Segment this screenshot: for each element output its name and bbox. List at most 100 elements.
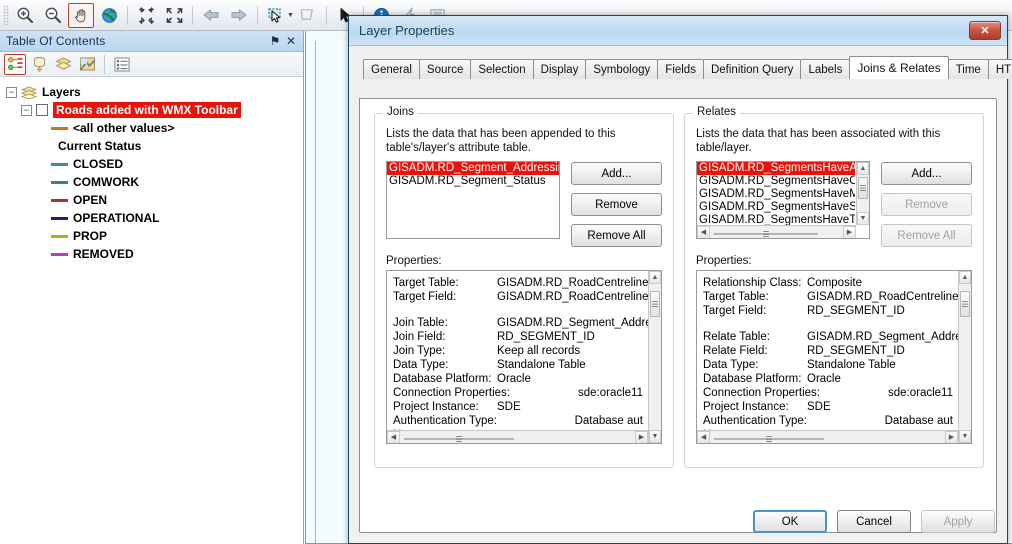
legend-label: PROP xyxy=(73,229,108,243)
scroll-up-arrow-icon[interactable]: ▲ xyxy=(649,271,661,284)
expander-icon[interactable]: − xyxy=(21,104,32,116)
tree-row-layer[interactable]: − Roads added with WMX Toolbar xyxy=(21,101,303,119)
property-value: Database aut xyxy=(884,415,953,427)
vscroll-thumb[interactable]: ☰ xyxy=(858,177,868,199)
list-item[interactable]: GISADM.RD_SegmentsHaveMaintC xyxy=(697,188,855,201)
fixed-zoom-out-icon[interactable] xyxy=(161,3,187,28)
hscroll-thumb[interactable]: ☰ xyxy=(714,230,818,238)
scroll-up-arrow-icon[interactable]: ▲ xyxy=(857,162,869,175)
layer-visibility-checkbox[interactable] xyxy=(36,104,48,116)
add-join-button[interactable]: Add... xyxy=(571,162,662,185)
relates-properties-hscrollbar[interactable]: ◀ ☰ ▶ xyxy=(697,430,958,443)
tab-fields[interactable]: Fields xyxy=(657,59,704,79)
relates-properties-box[interactable]: Relationship Class: Composite Target Tab… xyxy=(696,270,972,444)
property-key: Target Field: xyxy=(703,305,767,317)
tab-html-popup[interactable]: HTML Popup xyxy=(987,59,1012,79)
select-features-icon[interactable] xyxy=(263,3,289,28)
scroll-down-arrow-icon[interactable]: ▼ xyxy=(857,212,869,225)
toolbar-grip[interactable] xyxy=(3,5,9,25)
legend-label: OPEN xyxy=(73,193,108,207)
cancel-button[interactable]: Cancel xyxy=(837,510,911,533)
clear-selection-icon[interactable] xyxy=(295,3,321,28)
list-item[interactable]: GISADM.RD_Segment_Addressing xyxy=(387,162,559,175)
tab-joins-and-relates[interactable]: Joins & Relates xyxy=(849,56,949,79)
pan-hand-icon[interactable] xyxy=(68,2,94,28)
vscroll-thumb[interactable]: ☰ xyxy=(960,291,970,317)
relates-listbox[interactable]: GISADM.RD_SegmentsHaveAddres GISADM.RD_S… xyxy=(696,161,870,239)
close-icon[interactable]: ✕ xyxy=(969,21,1001,40)
joins-properties-hscrollbar[interactable]: ◀ ☰ ▶ xyxy=(387,430,648,443)
legend-item[interactable]: PROP xyxy=(51,227,303,245)
legend-item[interactable]: OPEN xyxy=(51,191,303,209)
legend-swatch xyxy=(51,198,68,202)
relates-list-hscrollbar[interactable]: ◀ ☰ ▶ xyxy=(697,225,856,238)
legend-item[interactable]: OPERATIONAL xyxy=(51,209,303,227)
tab-general[interactable]: General xyxy=(363,59,420,79)
tab-labels[interactable]: Labels xyxy=(800,59,851,79)
property-key: Relationship Class: xyxy=(703,277,802,289)
legend-item[interactable]: COMWORK xyxy=(51,173,303,191)
property-key: Join Type: xyxy=(393,345,446,357)
joins-list-row: GISADM.RD_Segment_Addressing GISADM.RD_S… xyxy=(386,161,662,247)
list-item[interactable]: GISADM.RD_Segment_Status xyxy=(387,175,559,188)
relates-list-vscrollbar[interactable]: ▲ ☰ ▼ xyxy=(856,162,869,225)
options-icon[interactable] xyxy=(111,54,133,75)
legend-heading-label: Current Status xyxy=(58,139,142,153)
scroll-down-arrow-icon[interactable]: ▼ xyxy=(959,430,971,443)
back-extent-arrow-icon[interactable] xyxy=(198,3,224,28)
scroll-right-arrow-icon[interactable]: ▶ xyxy=(945,430,958,443)
relates-properties-vscrollbar[interactable]: ▲ ☰ ▼ xyxy=(958,271,971,443)
joins-listbox[interactable]: GISADM.RD_Segment_Addressing GISADM.RD_S… xyxy=(386,161,560,239)
legend-item[interactable]: REMOVED xyxy=(51,245,303,263)
hscroll-thumb[interactable]: ☰ xyxy=(714,435,824,443)
fixed-zoom-in-icon[interactable] xyxy=(133,3,159,28)
list-item[interactable]: GISADM.RD_SegmentsHaveClassif xyxy=(697,175,855,188)
property-row: Target Field: GISADM.RD_RoadCentrelines.… xyxy=(393,290,661,304)
scroll-left-arrow-icon[interactable]: ◀ xyxy=(387,430,400,443)
joins-properties-box[interactable]: Target Table: GISADM.RD_RoadCentrelines … xyxy=(386,270,662,444)
scroll-down-arrow-icon[interactable]: ▼ xyxy=(649,430,661,443)
scroll-left-arrow-icon[interactable]: ◀ xyxy=(697,225,710,238)
list-by-source-icon[interactable] xyxy=(28,54,50,75)
zoom-in-icon[interactable] xyxy=(12,3,38,28)
list-item[interactable]: GISADM.RD_SegmentsHaveStatus xyxy=(697,201,855,214)
tab-display[interactable]: Display xyxy=(532,59,587,79)
add-relate-button[interactable]: Add... xyxy=(881,162,972,185)
legend-heading: Current Status xyxy=(58,137,303,155)
tab-time[interactable]: Time xyxy=(947,59,989,79)
scroll-right-arrow-icon[interactable]: ▶ xyxy=(843,225,856,238)
scroll-right-arrow-icon[interactable]: ▶ xyxy=(635,430,648,443)
legend-item[interactable]: CLOSED xyxy=(51,155,303,173)
property-value: RD_SEGMENT_ID xyxy=(807,345,905,357)
list-by-selection-icon[interactable] xyxy=(76,54,98,75)
zoom-out-icon[interactable] xyxy=(40,3,66,28)
joins-properties-vscrollbar[interactable]: ▲ ☰ ▼ xyxy=(648,271,661,443)
list-item[interactable]: GISADM.RD_SegmentsHaveAddres xyxy=(697,162,855,175)
list-by-drawing-order-icon[interactable] xyxy=(4,53,26,75)
list-by-visibility-icon[interactable] xyxy=(52,54,74,75)
tab-definition-query[interactable]: Definition Query xyxy=(702,59,802,79)
property-value: Standalone Table xyxy=(497,359,586,371)
remove-join-button[interactable]: Remove xyxy=(571,193,662,216)
tab-selection[interactable]: Selection xyxy=(470,59,534,79)
hscroll-thumb[interactable]: ☰ xyxy=(404,435,514,443)
dialog-titlebar[interactable]: Layer Properties ✕ xyxy=(349,16,1007,46)
full-extent-globe-icon[interactable] xyxy=(96,3,122,28)
tree-row-layers[interactable]: − Layers xyxy=(6,83,303,101)
tab-source[interactable]: Source xyxy=(418,59,472,79)
legend-swatch xyxy=(51,216,68,220)
legend-item[interactable]: <all other values> xyxy=(51,119,303,137)
ok-button[interactable]: OK xyxy=(753,510,827,533)
tab-symbology[interactable]: Symbology xyxy=(585,59,659,79)
legend-label: <all other values> xyxy=(73,121,175,135)
remove-all-joins-button[interactable]: Remove All xyxy=(571,224,662,247)
expander-icon[interactable]: − xyxy=(6,86,17,98)
scroll-left-arrow-icon[interactable]: ◀ xyxy=(697,430,710,443)
pin-icon[interactable]: ⚑ xyxy=(267,34,283,48)
vscroll-thumb[interactable]: ☰ xyxy=(650,291,660,317)
joins-group-content: Lists the data that has been appended to… xyxy=(374,113,674,468)
scroll-up-arrow-icon[interactable]: ▲ xyxy=(959,271,971,284)
close-icon[interactable]: ✕ xyxy=(283,34,299,48)
forward-extent-arrow-icon[interactable] xyxy=(226,3,252,28)
property-row: Data Type: Standalone Table xyxy=(393,358,645,372)
